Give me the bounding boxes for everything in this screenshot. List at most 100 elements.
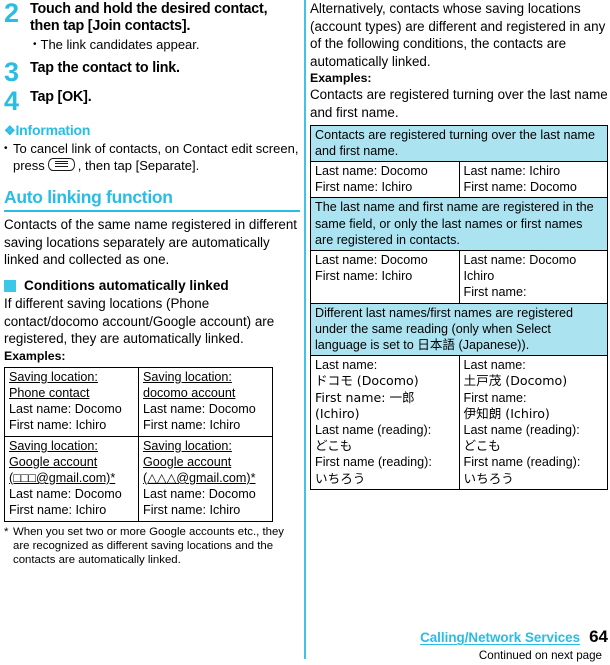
cell-line: 土戸茂 (Docomo) [463, 373, 568, 389]
information-text-part2: , then tap [Separate]. [77, 157, 200, 173]
cell-line: First name: Docomo [463, 180, 577, 195]
section-paragraph: Contacts of the same name registered in … [4, 217, 298, 268]
right-column: Alternatively, contacts whose saving loc… [310, 0, 608, 490]
cell-line: Last name: Docomo [315, 163, 428, 178]
menu-key-icon [47, 157, 75, 171]
bullet-dot: • [4, 143, 8, 154]
cell-line: いちろう [463, 470, 514, 486]
cell-line: Last name: Ichiro [463, 163, 561, 178]
step-number: 4 [4, 86, 19, 116]
cell-line: ドコモ (Docomo) [315, 373, 419, 389]
cell-line: Last name: Docomo [9, 402, 122, 417]
step-number: 2 [4, 0, 19, 28]
right-paragraph-2: Contacts are registered turning over the… [310, 87, 608, 120]
cell-line: Last name: Docomo [463, 252, 577, 267]
section-heading: Auto linking function [4, 187, 173, 207]
table-header-row: Contacts are registered turning over the… [310, 124, 608, 162]
step-subtext-label: The link candidates appear. [40, 37, 200, 52]
cell-underlined-text: Saving location: Google account (□□□@gma… [9, 438, 116, 485]
step-title: Tap [OK]. [30, 89, 92, 105]
cell-line: First name (reading): [463, 455, 581, 470]
cell-line: Last name: Docomo [143, 402, 256, 417]
cell-line: Last name: Docomo [143, 487, 256, 502]
cell-line: どこも [315, 438, 353, 454]
cell-line: First name: [463, 285, 527, 300]
column-divider [304, 0, 306, 659]
cell-line: Last name (reading): [315, 423, 432, 438]
cell-line: Last name: Docomo [315, 252, 428, 267]
table-cell: Last name: Docomo First name: Ichiro [310, 160, 460, 199]
page-footer: Calling/Network Services 64 [420, 627, 608, 647]
step-4: 4 Tap [OK]. [4, 88, 300, 115]
table-row: Saving location: Phone contact Last name… [4, 366, 273, 437]
table-cell: Last name: Ichiro First name: Docomo [458, 160, 608, 199]
section-rule [4, 210, 300, 213]
cell-underlined-text: Saving location: docomo account [143, 369, 236, 400]
cell-line: First name: Ichiro [315, 180, 413, 195]
cell-underlined-text: Saving location: Google account (△△△@gma… [143, 438, 256, 485]
diamond-icon: ❖ [4, 123, 16, 138]
subsection-heading: Conditions automatically linked [4, 277, 300, 295]
section-paragraph-2: If different saving locations (Phone con… [4, 295, 275, 347]
cell-line: First name: Ichiro [9, 418, 107, 433]
right-paragraph: Alternatively, contacts whose saving loc… [310, 1, 606, 69]
auto-link-conditions-table: Contacts are registered turning over the… [310, 124, 608, 490]
table-row: Saving location: Google account (□□□@gma… [4, 435, 273, 522]
table-row: Last name: Docomo First name: Ichiro Las… [310, 160, 608, 199]
step-number: 3 [4, 57, 19, 87]
cell-line: First name: Ichiro [315, 269, 413, 284]
table-header-cell: Different last names/first names are reg… [310, 302, 608, 357]
left-column: 2 Touch and hold the desired contact, th… [4, 0, 300, 567]
cell-line: 伊知朗 (Ichiro) [463, 405, 550, 421]
cell-line: First name: Ichiro [143, 503, 241, 518]
cell-line: First name (reading): [315, 455, 432, 470]
bullet-dot: • [33, 39, 37, 50]
table-cell: Last name: 土戸茂 (Docomo) First name: 伊知朗 … [458, 355, 608, 490]
table-row: Last name: Docomo First name: Ichiro Las… [310, 249, 608, 304]
cell-line: Last name (reading): [463, 423, 580, 438]
information-item: • To cancel link of contacts, on Contact… [4, 141, 300, 174]
cell-line: First name: [463, 390, 527, 405]
saving-location-table: Saving location: Phone contact Last name… [4, 366, 273, 522]
cell-line: いちろう [315, 470, 366, 486]
examples-label: Examples: [310, 71, 372, 86]
continued-notice: Continued on next page [478, 649, 602, 662]
cell-line: First name: Ichiro [9, 503, 107, 518]
table-row: Last name: ドコモ (Docomo) First name: 一郎 (… [310, 355, 608, 490]
square-bullet-icon [4, 279, 16, 292]
table-cell: Last name: ドコモ (Docomo) First name: 一郎 (… [310, 355, 460, 490]
information-heading: ❖Information [4, 121, 300, 140]
cell-line: Last name: [315, 358, 378, 373]
cell-line: Last name: [463, 358, 526, 373]
table-cell: Saving location: Google account (□□□@gma… [4, 435, 139, 522]
table-cell: Last name: Docomo First name: Ichiro [310, 249, 460, 304]
table-header-cell: Contacts are registered turning over the… [310, 124, 608, 162]
step-3: 3 Tap the contact to link. [4, 59, 300, 86]
table-cell: Saving location: Phone contact Last name… [4, 366, 139, 437]
table-header-cell: The last name and first name are registe… [310, 197, 608, 251]
table-cell: Last name: Docomo Ichiro First name: [458, 249, 608, 304]
step-title: Touch and hold the desired contact, then… [30, 1, 268, 34]
table-cell: Saving location: docomo account Last nam… [138, 366, 273, 437]
footnote-marker: * [4, 525, 9, 538]
subsection-heading-label: Conditions automatically linked [24, 277, 229, 293]
step-2: 2 Touch and hold the desired contact, th… [4, 0, 300, 53]
cell-line: First name: 一郎 (Ichiro) [315, 389, 415, 421]
footnote-text: When you set two or more Google accounts… [13, 525, 284, 566]
table-header-row: Different last names/first names are reg… [310, 302, 608, 357]
footer-section-link[interactable]: Calling/Network Services [420, 630, 580, 645]
step-title: Tap the contact to link. [30, 60, 180, 76]
table-cell: Saving location: Google account (△△△@gma… [138, 435, 273, 522]
cell-line: First name: Ichiro [143, 418, 241, 433]
step-subtext: • The link candidates appear. [30, 36, 300, 53]
table-header-row: The last name and first name are registe… [310, 197, 608, 251]
manual-page: 2 Touch and hold the desired contact, th… [0, 0, 610, 665]
information-heading-label: Information [15, 122, 91, 138]
cell-line: どこも [463, 438, 501, 454]
cell-line: Ichiro [463, 269, 495, 284]
cell-line: Last name: Docomo [9, 487, 122, 502]
table-footnote: * When you set two or more Google accoun… [4, 525, 300, 568]
cell-underlined-text: Saving location: Phone contact [9, 369, 98, 400]
examples-label: Examples: [4, 348, 66, 363]
page-number: 64 [589, 627, 608, 646]
